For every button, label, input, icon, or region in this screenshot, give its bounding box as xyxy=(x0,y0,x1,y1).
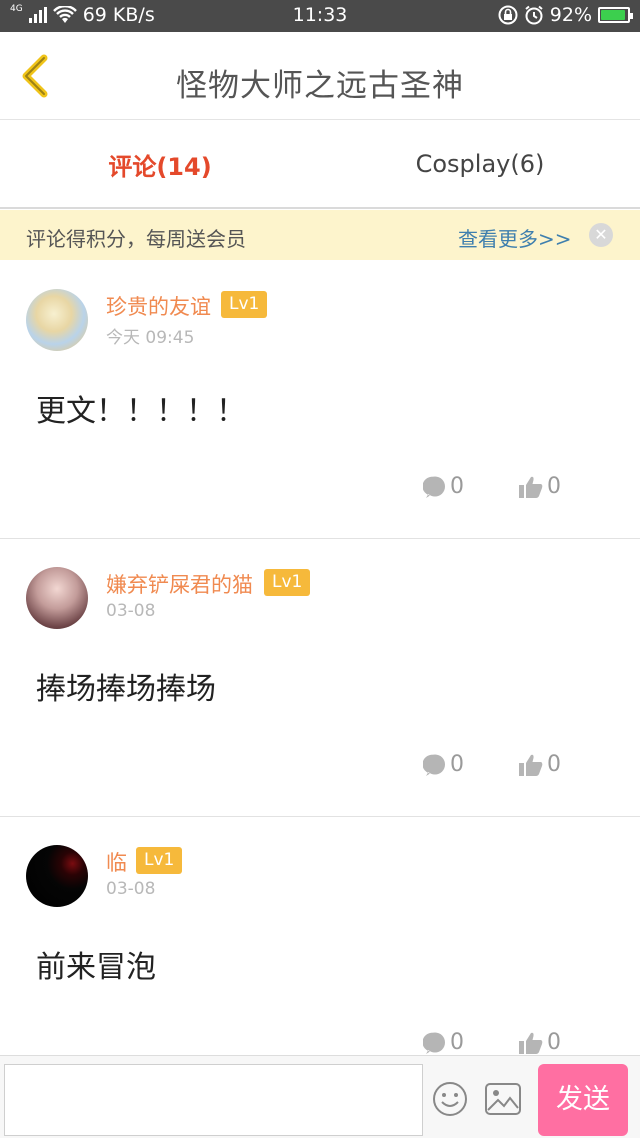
notice-banner: 评论得积分，每周送会员 查看更多>> ✕ xyxy=(0,210,640,260)
like-button[interactable]: 0 xyxy=(518,1030,561,1055)
reply-button[interactable]: 0 xyxy=(423,1030,464,1055)
status-right: 92% xyxy=(498,4,633,26)
avatar[interactable] xyxy=(26,289,88,351)
reply-button[interactable]: 0 xyxy=(423,474,464,499)
comment-actions: 0 0 xyxy=(0,474,640,504)
like-button[interactable]: 0 xyxy=(518,752,561,777)
comment-text: 前来冒泡 xyxy=(36,950,156,985)
reply-count: 0 xyxy=(450,474,464,499)
reply-count: 0 xyxy=(450,1030,464,1055)
page-title: 怪物大师之远古圣神 xyxy=(176,68,464,104)
battery-icon xyxy=(598,7,633,23)
reply-button[interactable]: 0 xyxy=(423,752,464,777)
comment-actions: 0 0 xyxy=(0,752,640,782)
thumbs-up-icon xyxy=(519,754,543,776)
send-button[interactable]: 发送 xyxy=(538,1064,628,1136)
like-count: 0 xyxy=(547,1030,561,1055)
notice-text: 评论得积分，每周送会员 xyxy=(26,227,246,251)
tab-cosplay[interactable]: Cosplay(6) xyxy=(320,121,640,207)
like-count: 0 xyxy=(547,752,561,777)
image-icon[interactable] xyxy=(484,1082,522,1116)
avatar[interactable] xyxy=(26,845,88,907)
comment-username[interactable]: 临 xyxy=(106,847,127,877)
avatar[interactable] xyxy=(26,567,88,629)
comment-text: 更文！！！！！ xyxy=(36,394,246,429)
thumbs-up-icon xyxy=(519,1032,543,1054)
comment-icon xyxy=(423,754,445,776)
battery-percent: 92% xyxy=(549,4,592,26)
comment-username[interactable]: 嫌弃铲屎君的猫 xyxy=(106,569,253,599)
battery-fill xyxy=(601,10,625,20)
level-badge: Lv1 xyxy=(136,847,183,874)
alarm-icon xyxy=(525,5,543,25)
level-badge: Lv1 xyxy=(264,569,311,596)
comment-time: 03-08 xyxy=(106,601,156,621)
composer-bar: 发送 xyxy=(0,1055,640,1138)
comment-time: 03-08 xyxy=(106,879,156,899)
comment-text: 捧场捧场捧场 xyxy=(36,672,216,707)
comment-icon xyxy=(423,1032,445,1054)
comment-input[interactable] xyxy=(4,1064,423,1136)
status-bar: 4G 69 KB/s 11:33 92% xyxy=(0,0,640,32)
like-count: 0 xyxy=(547,474,561,499)
comment-item: 临 Lv1 03-08 前来冒泡 0 0 xyxy=(0,817,640,1095)
emoji-icon[interactable] xyxy=(432,1081,468,1117)
tab-comments[interactable]: 评论(14) xyxy=(0,121,320,207)
thumbs-up-icon xyxy=(519,476,543,498)
tab-bar: 评论(14) Cosplay(6) xyxy=(0,121,640,209)
lock-icon xyxy=(498,5,518,25)
view-more-link[interactable]: 查看更多>> xyxy=(458,223,572,252)
header: 怪物大师之远古圣神 xyxy=(0,32,640,120)
comment-time: 今天 09:45 xyxy=(106,328,195,348)
like-button[interactable]: 0 xyxy=(518,474,561,499)
comment-item: 珍贵的友谊 Lv1 今天 09:45 更文！！！！！ 0 0 xyxy=(0,261,640,539)
reply-count: 0 xyxy=(450,752,464,777)
comment-username[interactable]: 珍贵的友谊 xyxy=(106,291,211,321)
comment-item: 嫌弃铲屎君的猫 Lv1 03-08 捧场捧场捧场 0 0 xyxy=(0,539,640,817)
comment-icon xyxy=(423,476,445,498)
close-icon[interactable]: ✕ xyxy=(589,223,613,247)
level-badge: Lv1 xyxy=(221,291,268,318)
